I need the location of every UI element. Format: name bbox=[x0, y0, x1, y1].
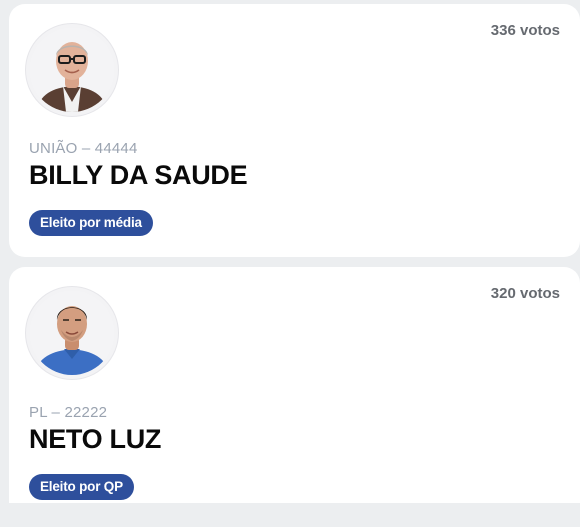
candidate-name: BILLY DA SAUDE bbox=[29, 160, 248, 190]
election-status-badge: Eleito por QP bbox=[29, 474, 134, 500]
candidate-card[interactable]: 336 votos UNIÃO – 44444 BILLY DA SAUDE E… bbox=[9, 4, 580, 257]
candidate-photo bbox=[30, 28, 114, 112]
candidate-photo-illustration bbox=[30, 291, 114, 375]
party-number: PL – 22222 bbox=[29, 404, 108, 421]
candidate-photo-illustration bbox=[30, 28, 114, 112]
vote-count: 320 votos bbox=[490, 285, 560, 302]
party-number: UNIÃO – 44444 bbox=[29, 140, 138, 157]
candidate-card[interactable]: 320 votos PL – 22222 NETO LUZ Eleito por… bbox=[9, 267, 580, 503]
vote-count: 336 votos bbox=[490, 22, 560, 39]
candidate-name: NETO LUZ bbox=[29, 424, 162, 454]
candidate-photo bbox=[30, 291, 114, 375]
candidate-avatar bbox=[26, 287, 118, 379]
election-status-badge: Eleito por média bbox=[29, 210, 153, 236]
candidate-avatar bbox=[26, 24, 118, 116]
